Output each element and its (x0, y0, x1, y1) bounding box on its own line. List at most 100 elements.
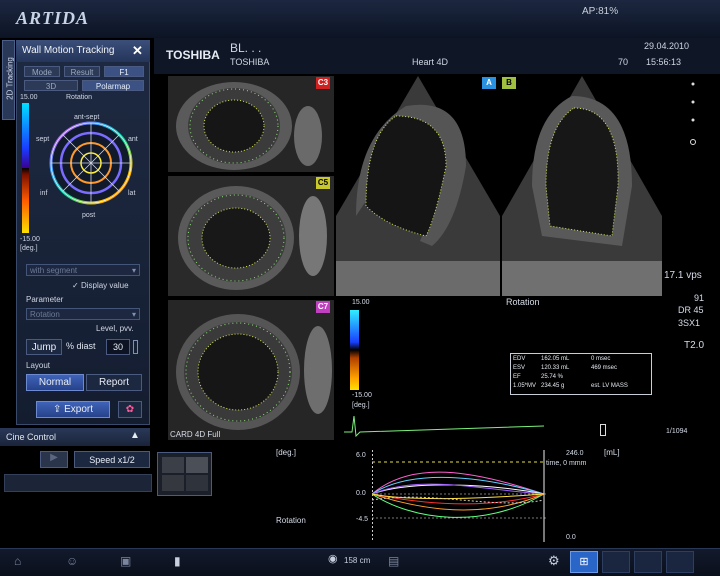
tab-f1[interactable]: F1 (104, 66, 144, 77)
short-axis-c3[interactable] (168, 76, 334, 172)
layout-normal-button[interactable]: Normal (26, 374, 84, 391)
brand-logo: ARTIDA (16, 8, 90, 28)
table-cell: 120.33 mL (541, 365, 570, 371)
disk-capacity: 158 cm (344, 556, 370, 565)
speed-value: x1/2 (117, 455, 135, 465)
table-cell (591, 373, 649, 382)
table-cell: EF (513, 374, 521, 380)
table-cell: 234.45 g (541, 383, 565, 389)
graph-right-unit: [mL] (604, 448, 620, 457)
graph-y-mid: 0.0 (356, 490, 366, 497)
rotation-colorbar (350, 310, 359, 390)
segment-dropdown[interactable]: with segment (26, 264, 140, 276)
export-icon: ⇪ (52, 404, 65, 415)
polarmap-bullseye (49, 121, 133, 205)
pct-diast-input[interactable]: 30 (106, 339, 130, 355)
graph-y-max: 6.0 (356, 452, 366, 459)
parameter-dropdown[interactable]: Rotation (26, 308, 140, 320)
graph-right-top: 246.0 (566, 450, 584, 457)
view-label-a: A (482, 77, 496, 89)
dynamic-range: DR 45 (678, 305, 704, 315)
table-cell: 25.74 % (541, 374, 564, 380)
pct-stepper[interactable] (133, 340, 138, 354)
tracking-side-tab[interactable]: 2D Tracking (2, 40, 15, 120)
close-icon[interactable]: ✕ (132, 43, 143, 59)
level-label: Level, pvv. (96, 324, 134, 333)
toolbar-slot-3[interactable] (666, 551, 694, 573)
short-axis-c7[interactable] (168, 300, 334, 440)
cine-frame-strip[interactable] (4, 474, 152, 492)
settings-icon[interactable]: ✿ (118, 401, 142, 418)
scale-unit: [deg.] (20, 245, 38, 252)
cine-collapse-icon[interactable]: ▲ (130, 430, 140, 441)
view-label-c3: C3 (316, 77, 330, 89)
patient-icon[interactable]: ☺ (66, 554, 78, 568)
disk-icon: ◉ (328, 553, 338, 565)
export-button[interactable]: ⇪ Export (36, 401, 110, 418)
gain-value: 91 (694, 293, 705, 303)
scale-parameter: Rotation (66, 94, 93, 101)
view-label-c7: C7 (316, 301, 330, 313)
table-row: EF 25.74 % (513, 373, 649, 382)
table-row: ESV 120.33 mL 469 msec (513, 364, 649, 373)
table-row: 1.05*MV 234.45 g est. LV MASS (513, 382, 649, 391)
polarmap-colorbar (22, 103, 29, 233)
graph-y-min: -4.5 (356, 516, 369, 523)
preset-name: Heart 4D (412, 57, 449, 67)
table-row: EDV 162.05 mL 0 msec (513, 355, 649, 364)
archive-icon[interactable]: ▣ (120, 554, 131, 568)
thumbnail-image[interactable] (157, 452, 212, 496)
disk-unit: cm (359, 556, 371, 565)
tab-result[interactable]: Result (64, 66, 100, 77)
layout-toggle-icon[interactable]: ⊞ (570, 551, 598, 573)
mode-value: T2.0 (684, 340, 705, 351)
view-label-c5: C5 (316, 177, 330, 189)
frame-rate: 17.1 vps (664, 270, 702, 281)
parameter-label: Parameter (26, 295, 64, 304)
colorbar-unit: [deg.] (352, 402, 370, 409)
tab-polarmap[interactable]: Polarmap (82, 80, 144, 91)
disk-count: 158 (344, 556, 358, 565)
probe-icon[interactable]: ▮ (174, 554, 181, 568)
cine-control-label: Cine Control (6, 432, 57, 442)
apical-view-a[interactable] (336, 76, 500, 296)
layout-label: Layout (26, 361, 51, 370)
rotation-curves-graph[interactable] (372, 450, 546, 542)
colorbar-top: 15.00 (352, 299, 370, 306)
ring-label-lower-left: inf (40, 190, 48, 197)
frame-number: 70 (618, 57, 629, 67)
speed-control[interactable]: Speed x1/2 (74, 451, 150, 468)
side-tab-label: 2D Tracking (5, 57, 15, 100)
display-value-checkbox[interactable]: ✓ Display value (72, 281, 129, 290)
ecg-marker-value: 1/1094 (666, 428, 688, 435)
home-icon[interactable]: ⌂ (14, 554, 21, 568)
view-label-b: B (502, 77, 516, 89)
measurement-table: EDV 162.05 mL 0 msec ESV 120.33 mL 469 msec EF… (510, 353, 652, 395)
display-value-label: Display value (80, 281, 129, 290)
tab-3d[interactable]: 3D (24, 80, 78, 91)
graph-right-bottom: 0.0 (566, 534, 576, 541)
ecg-marker (600, 424, 606, 436)
layout-report-button[interactable]: Report (86, 374, 142, 391)
export-label: Export (64, 404, 94, 415)
cine-play-button[interactable]: ▶ (40, 451, 68, 468)
ring-label-bottom: post (82, 212, 96, 219)
jump-button[interactable]: Jump (26, 339, 62, 355)
colorbar-caption: Rotation (506, 297, 540, 307)
toolbar-slot-2[interactable] (634, 551, 662, 573)
table-cell: 1.05*MV (513, 383, 537, 389)
settings-gear-icon[interactable]: ⚙ (548, 553, 560, 569)
table-cell: 0 msec (591, 356, 611, 362)
date: 29.04.2010 (644, 41, 690, 51)
institution: TOSHIBA (230, 57, 270, 67)
graph-time-label: time, 0 mmm (546, 460, 587, 467)
print-icon[interactable]: ▤ (388, 554, 399, 568)
toolbar-slot-1[interactable] (602, 551, 630, 573)
depth-scale (690, 80, 696, 150)
apical-view-b[interactable] (502, 76, 662, 296)
short-axis-c5[interactable] (168, 176, 334, 296)
panel-title: Wall Motion Tracking (22, 45, 115, 56)
probe-name: 3SX1 (678, 318, 701, 328)
colorbar-bottom: -15.00 (352, 392, 372, 399)
tab-mode[interactable]: Mode (24, 66, 60, 77)
